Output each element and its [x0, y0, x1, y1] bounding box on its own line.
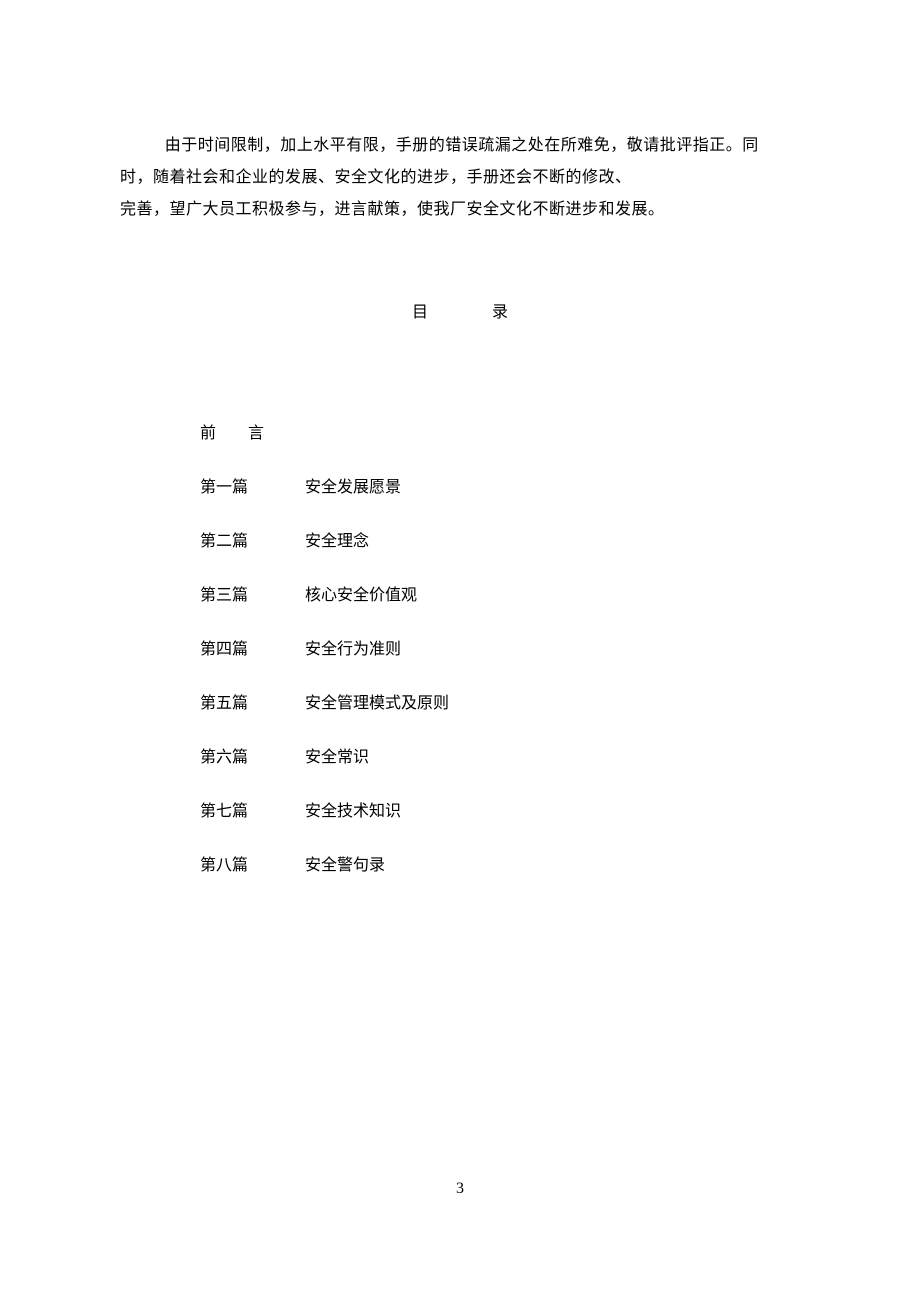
toc-label: 第三篇 [200, 584, 305, 608]
toc-label: 前言 [200, 422, 305, 446]
toc-label: 第五篇 [200, 692, 305, 716]
toc-title: 安全警句录 [305, 854, 800, 878]
intro-text-line3: 完善，望广大员工积极参与，进言献策，使我厂安全文化不断进步和发展。 [120, 194, 800, 226]
intro-paragraph: 由于时间限制，加上水平有限，手册的错误疏漏之处在所难免，敬请批评指正。同 时，随… [120, 130, 800, 226]
toc-title: 安全行为准则 [305, 638, 800, 662]
toc-item: 第五篇 安全管理模式及原则 [200, 692, 800, 716]
intro-text-line2: 时，随着社会和企业的发展、安全文化的进步，手册还会不断的修改、 [120, 162, 800, 194]
toc-title: 安全理念 [305, 530, 800, 554]
toc-item: 第四篇 安全行为准则 [200, 638, 800, 662]
toc-title: 安全技术知识 [305, 800, 800, 824]
toc-title: 安全常识 [305, 746, 800, 770]
toc-label: 第一篇 [200, 476, 305, 500]
toc-title [305, 422, 800, 446]
toc-label: 第八篇 [200, 854, 305, 878]
toc-header: 目录 [120, 298, 800, 322]
toc-title: 安全管理模式及原则 [305, 692, 800, 716]
toc-item: 第七篇 安全技术知识 [200, 800, 800, 824]
page-content: 由于时间限制，加上水平有限，手册的错误疏漏之处在所难免，敬请批评指正。同 时，随… [0, 0, 920, 878]
toc-label: 第四篇 [200, 638, 305, 662]
toc-item: 第三篇 核心安全价值观 [200, 584, 800, 608]
toc-title: 安全发展愿景 [305, 476, 800, 500]
toc-item: 第二篇 安全理念 [200, 530, 800, 554]
toc-label: 第二篇 [200, 530, 305, 554]
toc-title: 核心安全价值观 [305, 584, 800, 608]
toc-item: 第一篇 安全发展愿景 [200, 476, 800, 500]
toc-item: 第六篇 安全常识 [200, 746, 800, 770]
toc-label: 第七篇 [200, 800, 305, 824]
toc-label: 第六篇 [200, 746, 305, 770]
intro-text-line1: 由于时间限制，加上水平有限，手册的错误疏漏之处在所难免，敬请批评指正。同 [120, 130, 800, 162]
toc-item: 第八篇 安全警句录 [200, 854, 800, 878]
page-number: 3 [0, 1180, 920, 1198]
toc-list: 前言 第一篇 安全发展愿景 第二篇 安全理念 第三篇 核心安全价值观 第四篇 安… [120, 422, 800, 878]
toc-item: 前言 [200, 422, 800, 446]
